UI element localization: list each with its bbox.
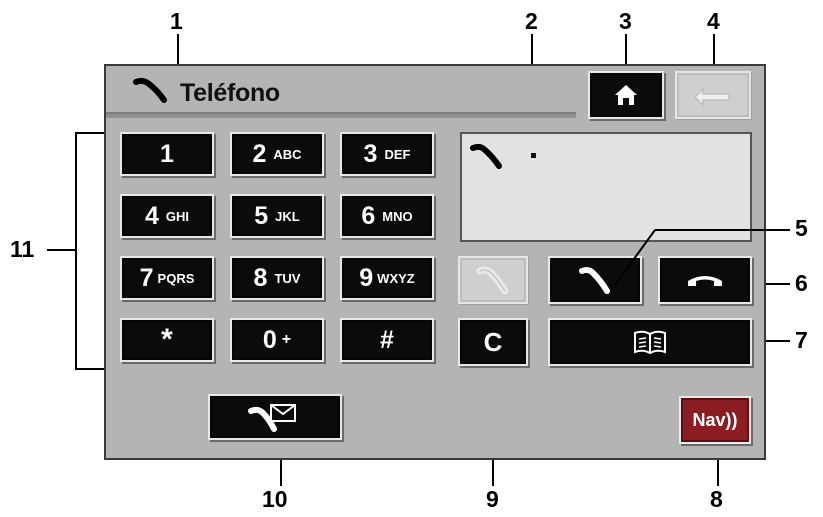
phone-message-icon	[248, 404, 296, 432]
redial-button[interactable]	[460, 258, 526, 302]
keypad-key-5[interactable]: 5 JKL	[232, 196, 322, 236]
hangup-button[interactable]	[660, 258, 750, 302]
keypad-key-8[interactable]: 8 TUV	[232, 258, 322, 298]
callout-2: 2	[525, 8, 538, 34]
phonebook-icon	[634, 330, 666, 355]
home-icon	[615, 85, 637, 105]
callout-11-line	[47, 249, 77, 251]
key-digit: 9	[359, 263, 374, 292]
home-button[interactable]	[590, 73, 662, 117]
key-letters: DEF	[384, 146, 411, 162]
callout-11: 11	[10, 236, 35, 262]
nav-label: Nav))	[692, 409, 738, 430]
page-title: Teléfono	[180, 79, 280, 107]
key-digit: 2	[252, 139, 267, 168]
key-digit: 3	[363, 139, 378, 168]
callout-4: 4	[707, 8, 720, 34]
key-letters: ABC	[273, 146, 302, 162]
key-letters: GHI	[165, 208, 190, 224]
title-underline	[106, 112, 576, 118]
clear-label: C	[483, 326, 503, 357]
callout-3: 3	[619, 8, 632, 34]
callout-10: 10	[262, 486, 288, 512]
keypad-key-9[interactable]: 9 WXYZ	[342, 258, 432, 298]
keypad-key-7[interactable]: 7 PQRS	[122, 258, 212, 298]
callout-8: 8	[710, 486, 723, 512]
key-digit: #	[380, 325, 394, 354]
key-digit: 0	[262, 325, 277, 354]
callout-1: 1	[170, 8, 183, 34]
key-letters: +	[281, 331, 292, 348]
callout-6: 6	[795, 270, 808, 296]
keypad-key-0[interactable]: 0 +	[232, 320, 322, 360]
phone-hangup-icon	[688, 276, 722, 286]
callout-5: 5	[795, 215, 808, 241]
key-letters: MNO	[382, 208, 413, 224]
callout-11-bracket	[75, 132, 77, 370]
keypad-key-3[interactable]: 3 DEF	[342, 134, 432, 174]
back-button[interactable]	[677, 73, 749, 117]
key-digit: 5	[254, 201, 269, 230]
key-letters: WXYZ	[377, 270, 415, 286]
key-letters: TUV	[274, 270, 301, 286]
phone-handset-icon	[470, 143, 502, 169]
key-digit: 4	[144, 201, 159, 230]
key-letters: PQRS	[157, 270, 195, 286]
clear-button[interactable]: C	[460, 320, 526, 364]
keypad-key-2[interactable]: 2 ABC	[232, 134, 322, 174]
keypad-key-4[interactable]: 4 GHI	[122, 196, 212, 236]
key-digit: 1	[160, 139, 174, 168]
messages-button[interactable]	[210, 396, 340, 438]
keypad-key-star[interactable]: *	[122, 320, 212, 360]
keypad-key-hash[interactable]: #	[342, 320, 432, 360]
key-digit: 8	[253, 263, 268, 292]
display-cursor	[531, 153, 536, 158]
key-digit: 7	[139, 263, 154, 292]
keypad-key-1[interactable]: 1	[122, 134, 212, 174]
callout-9: 9	[486, 486, 499, 512]
key-letters: JKL	[275, 208, 300, 224]
back-arrow-icon	[693, 87, 730, 107]
phonebook-button[interactable]	[550, 320, 750, 364]
key-digit: 6	[361, 201, 376, 230]
phone-handset-icon	[476, 266, 509, 295]
callout-7: 7	[795, 327, 808, 353]
nav-button[interactable]: Nav))	[681, 398, 749, 442]
keypad-key-6[interactable]: 6 MNO	[342, 196, 432, 236]
phone-handset-icon	[133, 77, 167, 103]
key-digit: *	[161, 323, 173, 356]
